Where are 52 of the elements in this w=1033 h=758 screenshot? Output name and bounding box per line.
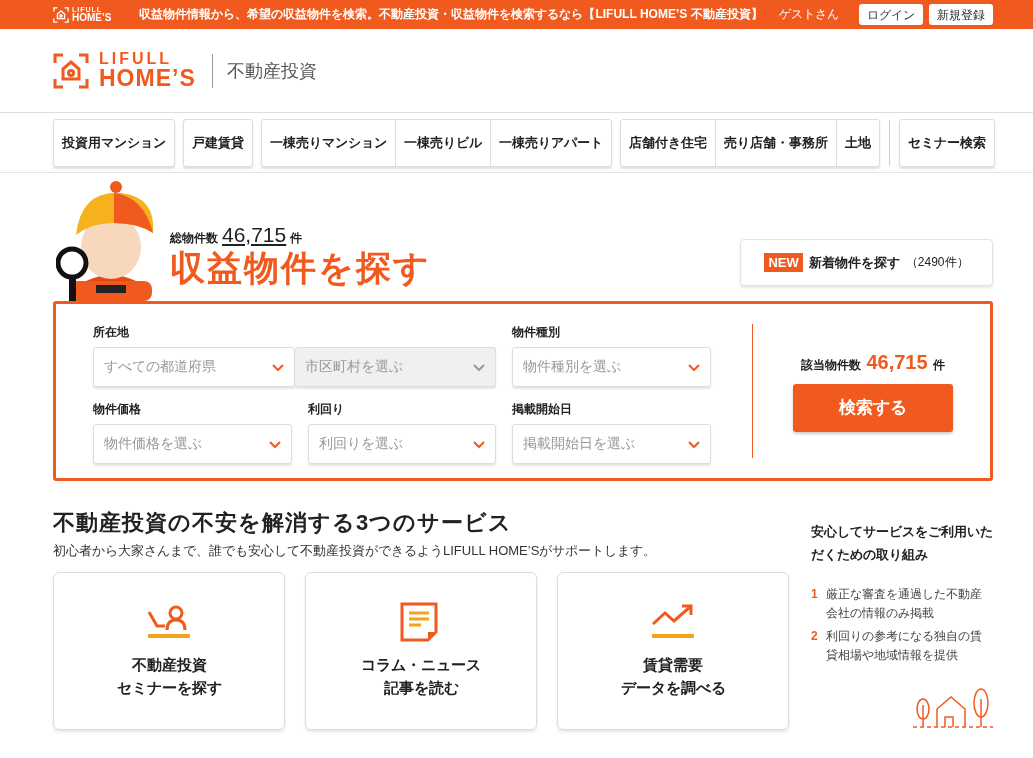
user-name: ゲストさん — [779, 6, 839, 23]
field-label: 利回り — [308, 401, 345, 418]
chevron-down-icon — [473, 439, 485, 449]
nav-link[interactable]: 店舗付き住宅 — [621, 119, 715, 166]
logo-text: HOME’S — [99, 67, 196, 90]
new-listings-button[interactable]: NEW 新着物件を探す （2490件） — [740, 239, 993, 286]
chevron-down-icon — [272, 362, 284, 372]
tagline: 収益物件情報から、希望の収益物件を検索。不動産投資・収益物件を検索するなら【LIFULL HOME’S 不動産投資】 — [139, 6, 764, 23]
card-title: コラム・ニュース 記事を読む — [361, 655, 481, 698]
point-number: 1 — [811, 585, 818, 603]
field-label: 所在地 — [93, 324, 130, 341]
logo-icon — [53, 52, 89, 89]
field-label: 物件種別 — [512, 324, 561, 341]
nav-link[interactable]: 一棟売りアパート — [490, 119, 611, 166]
field-label: 物件価格 — [93, 401, 142, 418]
nav-link[interactable]: 一棟売りマンション — [262, 119, 395, 166]
total-label: 総物件数 — [170, 230, 218, 247]
page-title: 収益物件を探す — [170, 247, 431, 289]
service-card[interactable]: コラム・ニュース 記事を読む — [305, 571, 537, 730]
nav-link[interactable]: 戸建賃貸 — [184, 119, 252, 166]
section-title: 不動産投資 — [226, 59, 317, 83]
login-button[interactable]: ログイン — [859, 4, 923, 25]
point-text: 厳正な審査を通過した不動産会社の情報のみ掲載 — [825, 585, 983, 622]
logo-icon — [53, 6, 69, 23]
section-description: 初心者から大家さんまで、誰でも安心して不動産投資ができるようLIFULL HOME’Sがサポートします。 — [53, 541, 658, 560]
new-badge: NEW — [764, 253, 803, 272]
card-title: 賃貸需要 データを調べる — [620, 655, 726, 698]
result-count: 46,715 — [866, 350, 928, 374]
aside-heading: 安心してサービスをご利用いただくための取り組み — [811, 523, 993, 564]
card-title: 不動産投資 セミナーを探す — [116, 655, 222, 698]
nav-link[interactable]: 土地 — [836, 119, 879, 166]
field-label: 掲載開始日 — [512, 401, 573, 418]
result-label: 該当物件数 — [801, 356, 862, 374]
logo-text: LIFULL — [99, 51, 174, 67]
logo-text: HOME’S — [72, 13, 112, 23]
total-count: 46,715 — [222, 223, 287, 247]
point-number: 2 — [811, 627, 818, 645]
nav-link[interactable]: 投資用マンション — [54, 119, 174, 166]
chevron-down-icon — [269, 439, 281, 449]
chevron-down-icon — [473, 362, 485, 372]
service-card[interactable]: 賃貸需要 データを調べる — [557, 571, 789, 730]
service-card[interactable]: 不動産投資 セミナーを探す — [53, 571, 285, 730]
point-text: 利回りの参考になる独自の賃貸相場や地域情報を提供 — [825, 627, 983, 665]
nav-link[interactable]: 一棟売りビル — [395, 119, 490, 166]
chevron-down-icon — [688, 439, 700, 449]
total-unit: 件 — [290, 230, 303, 247]
nav-link[interactable]: 売り店舗・事務所 — [715, 119, 836, 166]
result-unit: 件 — [932, 356, 945, 374]
nav-link[interactable]: セミナー検索 — [900, 119, 994, 166]
section-heading: 不動産投資の不安を解消する3つのサービス — [53, 509, 514, 537]
chevron-down-icon — [688, 362, 700, 372]
register-button[interactable]: 新規登録 — [929, 4, 993, 25]
